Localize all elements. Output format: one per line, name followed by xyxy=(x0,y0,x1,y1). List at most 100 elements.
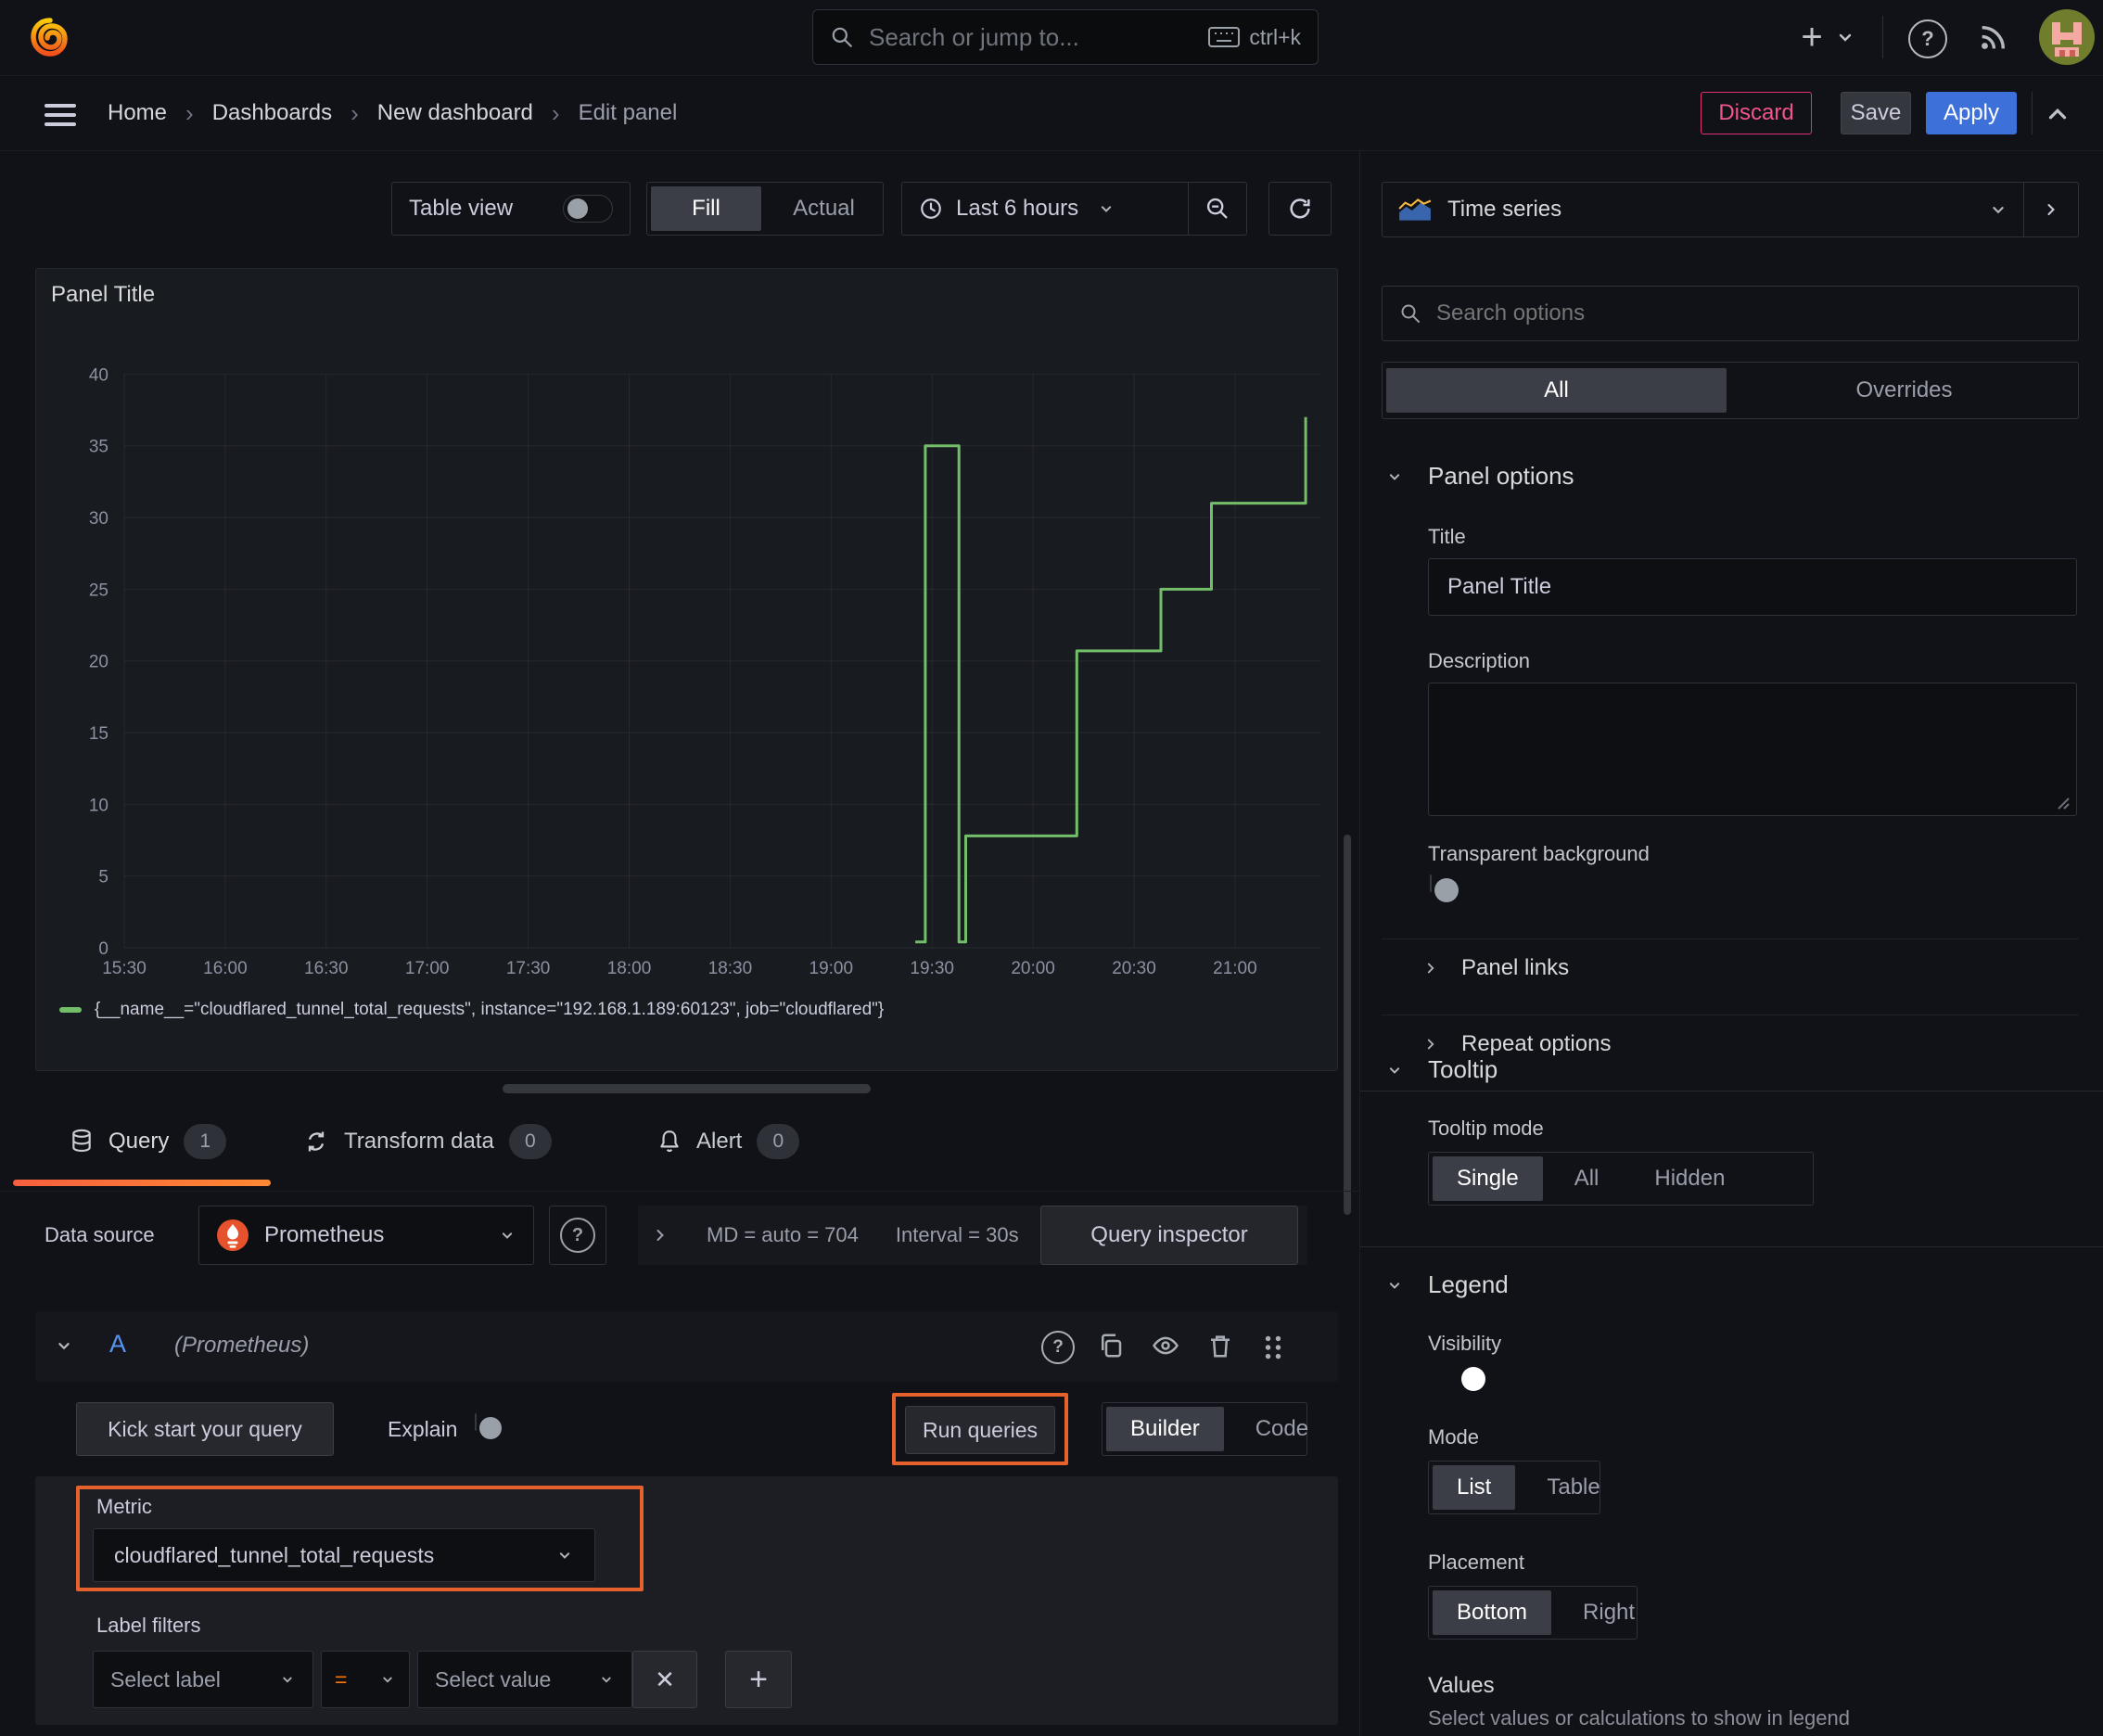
news-button[interactable] xyxy=(1977,22,2008,54)
chevron-right-icon xyxy=(656,1230,664,1241)
datasource-picker[interactable]: Prometheus xyxy=(198,1206,534,1265)
help-button[interactable]: ? xyxy=(1908,19,1947,58)
legend-header[interactable]: Legend xyxy=(1385,1270,1509,1299)
add-filter-button[interactable]: + xyxy=(725,1651,792,1708)
tab-query[interactable]: Query 1 xyxy=(70,1124,227,1159)
query-ref-id[interactable]: A xyxy=(109,1330,126,1359)
code-option[interactable]: Code xyxy=(1231,1407,1332,1451)
delete-query-button[interactable] xyxy=(1206,1332,1234,1359)
global-search[interactable]: ctrl+k xyxy=(812,9,1319,65)
kickstart-query-button[interactable]: Kick start your query xyxy=(76,1402,334,1456)
nav-divider xyxy=(2032,92,2033,134)
query-help-button[interactable]: ? xyxy=(1041,1331,1075,1364)
legend-mode-list[interactable]: List xyxy=(1433,1465,1516,1510)
operator-dropdown[interactable]: = xyxy=(321,1651,410,1708)
refresh-button[interactable] xyxy=(1268,182,1332,236)
add-menu-chevron[interactable] xyxy=(1834,26,1856,48)
search-shortcut: ctrl+k xyxy=(1208,25,1301,50)
fill-option[interactable]: Fill xyxy=(651,186,761,231)
collapse-options-button[interactable] xyxy=(2044,100,2071,128)
time-range-control: Last 6 hours xyxy=(901,182,1247,236)
breadcrumb-new-dashboard[interactable]: New dashboard xyxy=(377,100,533,126)
query-inspector-button[interactable]: Query inspector xyxy=(1040,1206,1298,1265)
label-filters-label: Label filters xyxy=(96,1614,201,1637)
explain-toggle[interactable] xyxy=(475,1413,502,1439)
options-search[interactable] xyxy=(1382,286,2079,341)
breadcrumb-dashboards[interactable]: Dashboards xyxy=(212,100,332,126)
discard-button[interactable]: Discard xyxy=(1701,92,1812,134)
toggle-query-visibility-button[interactable] xyxy=(1151,1332,1180,1359)
svg-text:0: 0 xyxy=(98,939,108,959)
menu-toggle-button[interactable] xyxy=(45,98,76,132)
legend-placement-right[interactable]: Right xyxy=(1559,1590,1659,1635)
tab-alert-count: 0 xyxy=(757,1124,800,1159)
legend-item[interactable]: {__name__="cloudflared_tunnel_total_requ… xyxy=(59,1000,884,1020)
drag-query-handle[interactable] xyxy=(1261,1334,1285,1361)
tab-transform[interactable]: Transform data 0 xyxy=(303,1124,552,1159)
panel-title-input[interactable] xyxy=(1428,558,2077,616)
prometheus-icon xyxy=(217,1219,249,1251)
query-collapse-button[interactable] xyxy=(54,1335,74,1356)
chevron-down-icon xyxy=(1993,207,2004,214)
viz-suggestions-button[interactable] xyxy=(2023,183,2078,236)
builder-code-control: Builder Code xyxy=(1102,1402,1308,1456)
run-queries-button[interactable]: Run queries xyxy=(905,1406,1055,1454)
duplicate-query-button[interactable] xyxy=(1097,1332,1125,1359)
database-icon xyxy=(72,1129,91,1153)
panel-resize-handle[interactable] xyxy=(503,1084,871,1093)
svg-text:40: 40 xyxy=(89,365,108,385)
select-value-dropdown[interactable]: Select value xyxy=(417,1651,632,1708)
save-button[interactable]: Save xyxy=(1841,92,1911,134)
datasource-help-button[interactable]: ? xyxy=(549,1206,606,1265)
builder-option[interactable]: Builder xyxy=(1106,1407,1224,1451)
legend-swatch xyxy=(59,1007,82,1013)
filter-tab-all[interactable]: All xyxy=(1386,368,1727,413)
options-search-input[interactable] xyxy=(1434,300,2061,327)
legend-placement-bottom[interactable]: Bottom xyxy=(1433,1590,1552,1635)
grafana-logo[interactable] xyxy=(28,15,72,59)
table-view-label: Table view xyxy=(409,196,514,221)
add-button[interactable]: + xyxy=(1791,17,1832,57)
svg-text:30: 30 xyxy=(89,509,108,529)
breadcrumb-home[interactable]: Home xyxy=(108,100,167,126)
legend-mode-table[interactable]: Table xyxy=(1523,1465,1624,1510)
resize-handle-icon[interactable] xyxy=(2055,795,2070,810)
tooltip-mode-hidden[interactable]: Hidden xyxy=(1630,1156,1749,1201)
panel-links-section[interactable]: Panel links xyxy=(1422,955,1569,981)
toggle-knob xyxy=(479,1417,502,1439)
main-scrollbar[interactable] xyxy=(1344,835,1351,1215)
description-textarea[interactable] xyxy=(1428,683,2077,816)
time-series-chart[interactable]: 0 5 10 15 20 25 30 35 40 15:30 16:00 16:30 17:00 17:3… xyxy=(36,269,1337,1070)
transform-icon xyxy=(308,1131,325,1152)
actual-option[interactable]: Actual xyxy=(769,186,879,231)
metric-select[interactable]: cloudflared_tunnel_total_requests xyxy=(93,1528,595,1582)
table-view-toggle[interactable] xyxy=(563,195,613,223)
tab-query-label: Query xyxy=(108,1129,170,1154)
tooltip-mode-all[interactable]: All xyxy=(1550,1156,1624,1201)
apply-button[interactable]: Apply xyxy=(1926,92,2017,134)
filter-tab-overrides[interactable]: Overrides xyxy=(1734,368,2074,413)
search-icon xyxy=(1401,304,1420,323)
breadcrumb-separator: › xyxy=(185,98,194,127)
select-value-placeholder: Select value xyxy=(435,1666,552,1691)
time-range-picker[interactable]: Last 6 hours xyxy=(902,196,1188,222)
chevron-down-icon xyxy=(602,1677,611,1683)
user-avatar[interactable] xyxy=(2039,9,2095,65)
tooltip-header[interactable]: Tooltip xyxy=(1385,1055,1498,1084)
panel-options-header[interactable]: Panel options xyxy=(1385,462,1574,491)
visualization-select[interactable]: Time series xyxy=(1383,197,2023,223)
transparent-background-toggle[interactable] xyxy=(1430,874,1459,902)
zoom-out-button[interactable] xyxy=(1188,183,1246,235)
datasource-value: Prometheus xyxy=(264,1222,385,1247)
tooltip-mode-single[interactable]: Single xyxy=(1433,1156,1543,1201)
repeat-options-section[interactable]: Repeat options xyxy=(1422,1031,1611,1057)
remove-filter-button[interactable]: ✕ xyxy=(632,1651,697,1708)
legend-placement-control: Bottom Right xyxy=(1428,1586,1638,1640)
search-input[interactable] xyxy=(867,21,1196,53)
options-filter-tabs: All Overrides xyxy=(1382,362,2079,419)
tab-alert[interactable]: Alert 0 xyxy=(657,1124,800,1159)
svg-text:21:00: 21:00 xyxy=(1213,959,1257,978)
select-label-dropdown[interactable]: Select label xyxy=(93,1651,313,1708)
svg-text:15:30: 15:30 xyxy=(102,959,147,978)
chevron-right-icon xyxy=(2047,204,2055,215)
